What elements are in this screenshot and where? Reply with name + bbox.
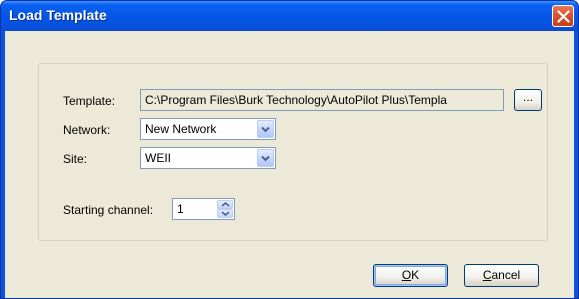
ok-label-rest: K: [411, 268, 420, 282]
cancel-button[interactable]: Cancel: [464, 264, 539, 287]
spin-down-icon: [221, 211, 230, 216]
site-label: Site:: [63, 152, 88, 166]
cancel-label-rest: ancel: [491, 268, 521, 282]
network-value: New Network: [145, 122, 217, 136]
network-label: Network:: [63, 123, 111, 137]
site-value: WEII: [145, 151, 171, 165]
dialog-body: Template: C:\Program Files\Burk Technolo…: [5, 31, 574, 298]
chevron-down-icon: [261, 126, 270, 133]
ok-button[interactable]: OK: [373, 264, 448, 287]
spin-down-button[interactable]: [217, 209, 233, 218]
load-template-dialog: Load Template Template: C:\Program Files…: [0, 0, 579, 299]
spin-up-icon: [221, 202, 230, 207]
close-icon: [557, 10, 570, 23]
close-button[interactable]: [552, 5, 574, 27]
ok-mnemonic: O: [401, 268, 412, 282]
title-bar[interactable]: Load Template: [1, 1, 578, 31]
dialog-title: Load Template: [9, 7, 107, 23]
spin-up-button[interactable]: [217, 200, 233, 209]
chevron-down-icon: [261, 155, 270, 162]
template-path-field[interactable]: C:\Program Files\Burk Technology\AutoPil…: [140, 89, 504, 111]
site-dropdown[interactable]: WEII: [140, 147, 276, 169]
network-dropdown-button[interactable]: [257, 120, 274, 138]
template-options-group: Template: C:\Program Files\Burk Technolo…: [38, 63, 548, 241]
network-dropdown[interactable]: New Network: [140, 118, 276, 140]
starting-channel-label: Starting channel:: [63, 203, 154, 217]
starting-channel-value: 1: [177, 202, 184, 216]
template-label: Template:: [63, 94, 116, 108]
spinner-arrows: [217, 200, 233, 218]
starting-channel-spinner[interactable]: 1: [172, 198, 235, 220]
site-dropdown-button[interactable]: [257, 149, 274, 167]
browse-button[interactable]: ...: [514, 89, 542, 111]
